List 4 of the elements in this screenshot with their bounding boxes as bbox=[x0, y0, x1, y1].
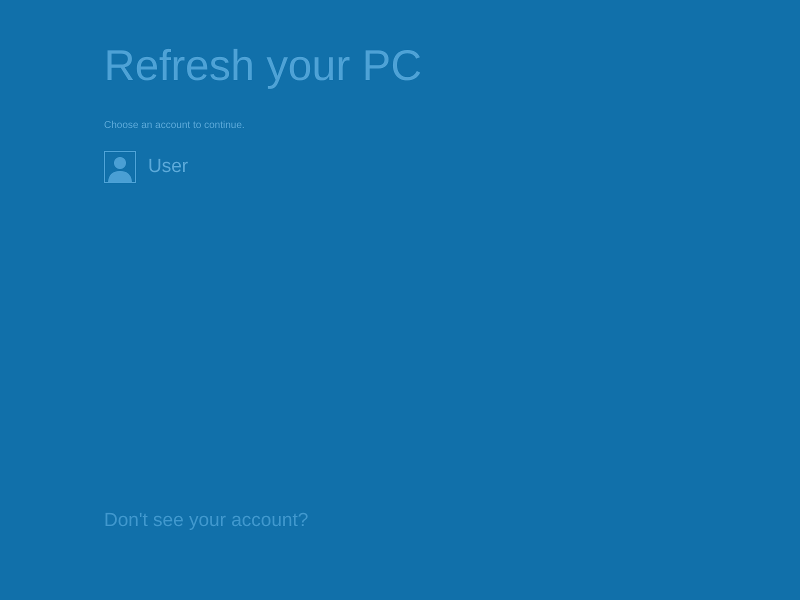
user-avatar-icon bbox=[104, 151, 136, 183]
instruction-text: Choose an account to continue. bbox=[104, 120, 246, 131]
account-button[interactable]: User bbox=[104, 151, 800, 183]
page-title: Refresh your PC bbox=[104, 41, 423, 92]
